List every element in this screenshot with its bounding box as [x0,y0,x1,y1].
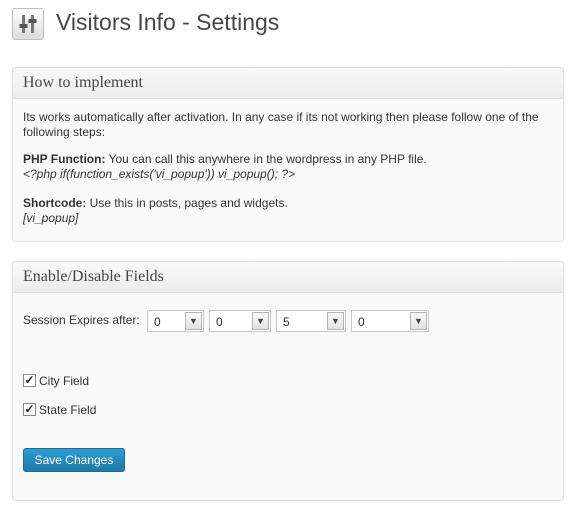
how-to-implement-heading: How to implement [13,68,563,99]
save-changes-button[interactable]: Save Changes [23,448,125,472]
session-expires-label: Session Expires after: [23,313,140,327]
session-expires-row: Session Expires after: 0 ▼ 0 ▼ 5 ▼ 0 ▼ [23,310,543,332]
settings-sliders-icon [12,8,44,40]
session-seconds-value: 0 [358,315,365,329]
chevron-down-icon: ▼ [327,312,344,330]
how-to-implement-box: How to implement Its works automatically… [12,67,564,242]
session-hours-select[interactable]: 0 ▼ [209,310,271,332]
session-hours-value: 0 [216,315,223,329]
chevron-down-icon: ▼ [185,312,202,330]
state-field-checkbox[interactable]: ✓ [23,403,36,416]
chevron-down-icon: ▼ [252,312,269,330]
shortcode-label: Shortcode: [23,196,87,210]
city-field-label[interactable]: City Field [39,374,89,388]
shortcode-snippet: [vi_popup] [23,211,79,225]
php-function-description: You can call this anywhere in the wordpr… [105,152,427,166]
page-title: Visitors Info - Settings [56,9,280,35]
shortcode-text: Shortcode: Use this in posts, pages and … [23,196,553,211]
session-days-select[interactable]: 0 ▼ [147,310,204,332]
page-header: Visitors Info - Settings [12,6,572,40]
chevron-down-icon: ▼ [410,312,427,330]
session-seconds-select[interactable]: 0 ▼ [351,310,429,332]
intro-text: Its works automatically after activation… [23,110,539,139]
php-function-label: PHP Function: [23,152,106,166]
shortcode-description: Use this in posts, pages and widgets. [86,196,288,210]
session-days-value: 0 [154,315,161,329]
php-function-text: PHP Function: You can call this anywhere… [23,152,553,167]
session-minutes-value: 5 [283,315,290,329]
enable-disable-fields-heading: Enable/Disable Fields [13,262,563,293]
php-code-snippet: <?php if(function_exists('vi_popup')) vi… [23,167,296,181]
enable-disable-fields-box: Enable/Disable Fields Session Expires af… [12,261,564,501]
state-field-label[interactable]: State Field [39,403,96,417]
session-minutes-select[interactable]: 5 ▼ [276,310,346,332]
city-field-checkbox[interactable]: ✓ [23,374,36,387]
